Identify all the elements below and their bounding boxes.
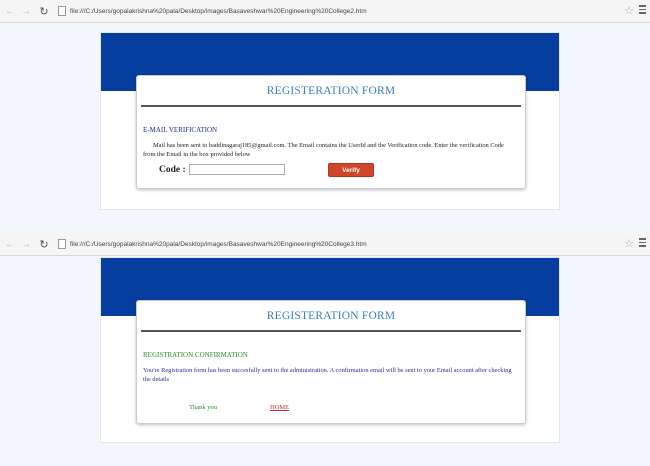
title-divider [141,105,521,107]
title-divider [141,330,521,332]
star-icon[interactable]: ☆ [624,237,634,250]
verification-message: Mail has been sent to baddinagaraj185@gm… [143,142,504,158]
back-arrow-icon[interactable]: ← [4,4,16,18]
section-title: E-MAIL VERIFICATION [143,126,218,134]
star-icon[interactable]: ☆ [624,4,634,17]
form-title: REGISTERATION FORM [266,310,396,322]
home-link[interactable]: HOME [270,404,289,411]
section-title: REGISTRATION CONFIRMATION [143,351,248,359]
page-container: REGISTERATION FORM REGISTRATION CONFIRMA… [100,257,560,443]
page-icon [58,6,66,16]
address-bar[interactable]: file:///C:/Users/gopalakrishna%20pala/De… [70,8,367,15]
forward-arrow-icon[interactable]: → [20,4,32,18]
reload-icon[interactable]: ↻ [38,237,50,251]
verify-button[interactable]: Verify [328,163,374,177]
registration-card: REGISTERATION FORM E-MAIL VERIFICATION M… [136,75,526,189]
thank-you-text: Thank you [189,404,217,411]
browser-window-confirmation: ← → ↻ file:///C:/Users/gopalakrishna%20p… [0,233,650,466]
page-container: REGISTERATION FORM E-MAIL VERIFICATION M… [100,32,560,210]
menu-icon[interactable] [639,238,646,247]
form-title: REGISTERATION FORM [266,85,396,97]
code-label: Code : [159,165,186,175]
browser-window-verification: ← → ↻ file:///C:/Users/gopalakrishna%20p… [0,0,650,233]
registration-card: REGISTERATION FORM REGISTRATION CONFIRMA… [136,300,526,424]
code-input[interactable] [189,164,285,175]
page-icon [58,239,66,249]
reload-icon[interactable]: ↻ [38,4,50,18]
menu-icon[interactable] [639,5,646,14]
browser-toolbar: ← → ↻ file:///C:/Users/gopalakrishna%20p… [0,233,650,256]
back-arrow-icon[interactable]: ← [4,237,16,251]
confirmation-message: You're Registration form has been succes… [143,367,512,383]
address-bar[interactable]: file:///C:/Users/gopalakrishna%20pala/De… [70,241,367,248]
forward-arrow-icon[interactable]: → [20,237,32,251]
browser-toolbar: ← → ↻ file:///C:/Users/gopalakrishna%20p… [0,0,650,23]
